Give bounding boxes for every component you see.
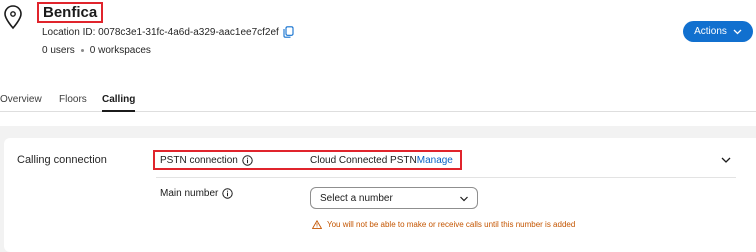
tab-calling[interactable]: Calling — [102, 94, 136, 112]
actions-button-label: Actions — [694, 26, 727, 37]
warning-text: You will not be able to make or receive … — [327, 220, 576, 229]
main-number-label: Main number — [160, 188, 219, 199]
pstn-connection-label: PSTN connection — [160, 155, 238, 166]
location-stats: 0 users 0 workspaces — [42, 45, 151, 56]
section-title: Calling connection — [17, 154, 107, 166]
pstn-connection-value: Cloud Connected PSTN — [310, 155, 417, 166]
info-icon[interactable] — [242, 155, 253, 166]
workspaces-count: 0 workspaces — [89, 45, 151, 56]
separator-dot — [80, 49, 84, 52]
pstn-connection-label-row: PSTN connection — [160, 155, 253, 166]
location-id-row: Location ID: 0078c3e1-31fc-4a6d-a329-aac… — [42, 26, 294, 38]
main-number-select[interactable]: Select a number — [310, 187, 478, 209]
actions-button[interactable]: Actions — [683, 21, 753, 42]
chevron-down-icon — [733, 29, 742, 34]
location-header: Benfica Location ID: 0078c3e1-31fc-4a6d-… — [0, 0, 756, 74]
users-count: 0 users — [42, 45, 75, 56]
expand-chevron-icon[interactable] — [720, 154, 732, 166]
tab-floors[interactable]: Floors — [59, 94, 87, 110]
manage-link[interactable]: Manage — [417, 155, 453, 166]
location-name: Benfica — [37, 2, 104, 23]
location-pin-icon — [4, 5, 22, 30]
copy-icon[interactable] — [283, 26, 294, 38]
chevron-down-icon — [460, 196, 468, 202]
pstn-value-row: Cloud Connected PSTNManage — [310, 155, 453, 166]
warning-message: You will not be able to make or receive … — [312, 220, 575, 229]
info-icon[interactable] — [222, 188, 234, 199]
tab-bar: Overview Floors Calling — [0, 92, 756, 112]
main-number-select-value: Select a number — [320, 192, 393, 204]
location-id-text: Location ID: 0078c3e1-31fc-4a6d-a329-aac… — [42, 26, 279, 38]
warning-icon — [312, 220, 322, 229]
main-number-label-row: Main number — [160, 188, 234, 199]
divider — [156, 177, 736, 178]
tab-overview[interactable]: Overview — [0, 94, 42, 110]
